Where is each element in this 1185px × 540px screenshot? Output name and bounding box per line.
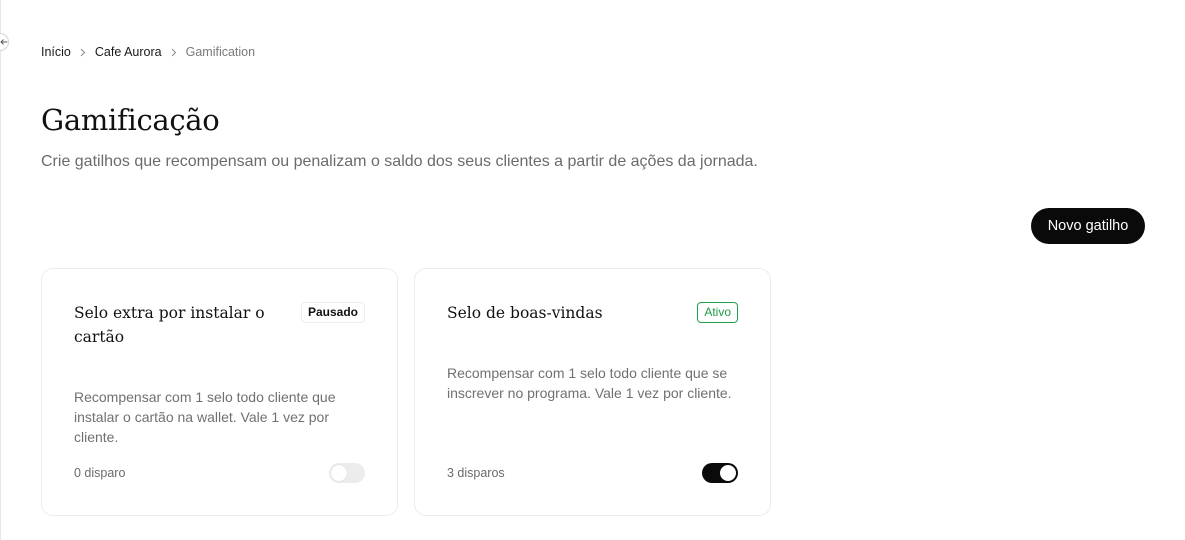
status-badge: Ativo (697, 302, 738, 323)
trigger-toggle[interactable] (702, 463, 738, 483)
page-title: Gamificação (41, 103, 220, 137)
trigger-description: Recompensar com 1 selo todo cliente que … (74, 389, 336, 445)
trigger-title: Selo de boas-vindas (447, 304, 603, 322)
breadcrumb-item-home[interactable]: Início (41, 44, 71, 60)
chevron-right-icon (80, 48, 86, 57)
breadcrumb: Início Cafe Aurora Gamification (41, 44, 255, 60)
chevron-right-icon (171, 48, 177, 57)
trigger-title: Selo extra por instalar o cartão (74, 304, 265, 346)
arrow-left-icon (0, 33, 8, 51)
trigger-fire-count: 3 disparos (447, 466, 505, 480)
page-subtitle: Crie gatilhos que recompensam ou penaliz… (41, 153, 758, 170)
sidebar-collapse-button[interactable] (0, 33, 9, 51)
breadcrumb-item-current: Gamification (185, 45, 256, 59)
trigger-toggle[interactable] (329, 463, 365, 483)
trigger-card: Selo extra por instalar o cartão Pausado… (41, 268, 398, 516)
trigger-card: Selo de boas-vindas Ativo Recompensar co… (414, 268, 771, 516)
toggle-knob (720, 465, 736, 481)
breadcrumb-item-store[interactable]: Cafe Aurora (95, 44, 162, 60)
toggle-knob (331, 465, 347, 481)
trigger-fire-count: 0 disparo (74, 466, 126, 480)
trigger-description: Recompensar com 1 selo todo cliente que … (447, 365, 732, 401)
status-badge: Pausado (300, 302, 365, 323)
new-trigger-button[interactable]: Novo gatilho (1031, 208, 1145, 244)
sidebar-edge (0, 0, 1, 540)
